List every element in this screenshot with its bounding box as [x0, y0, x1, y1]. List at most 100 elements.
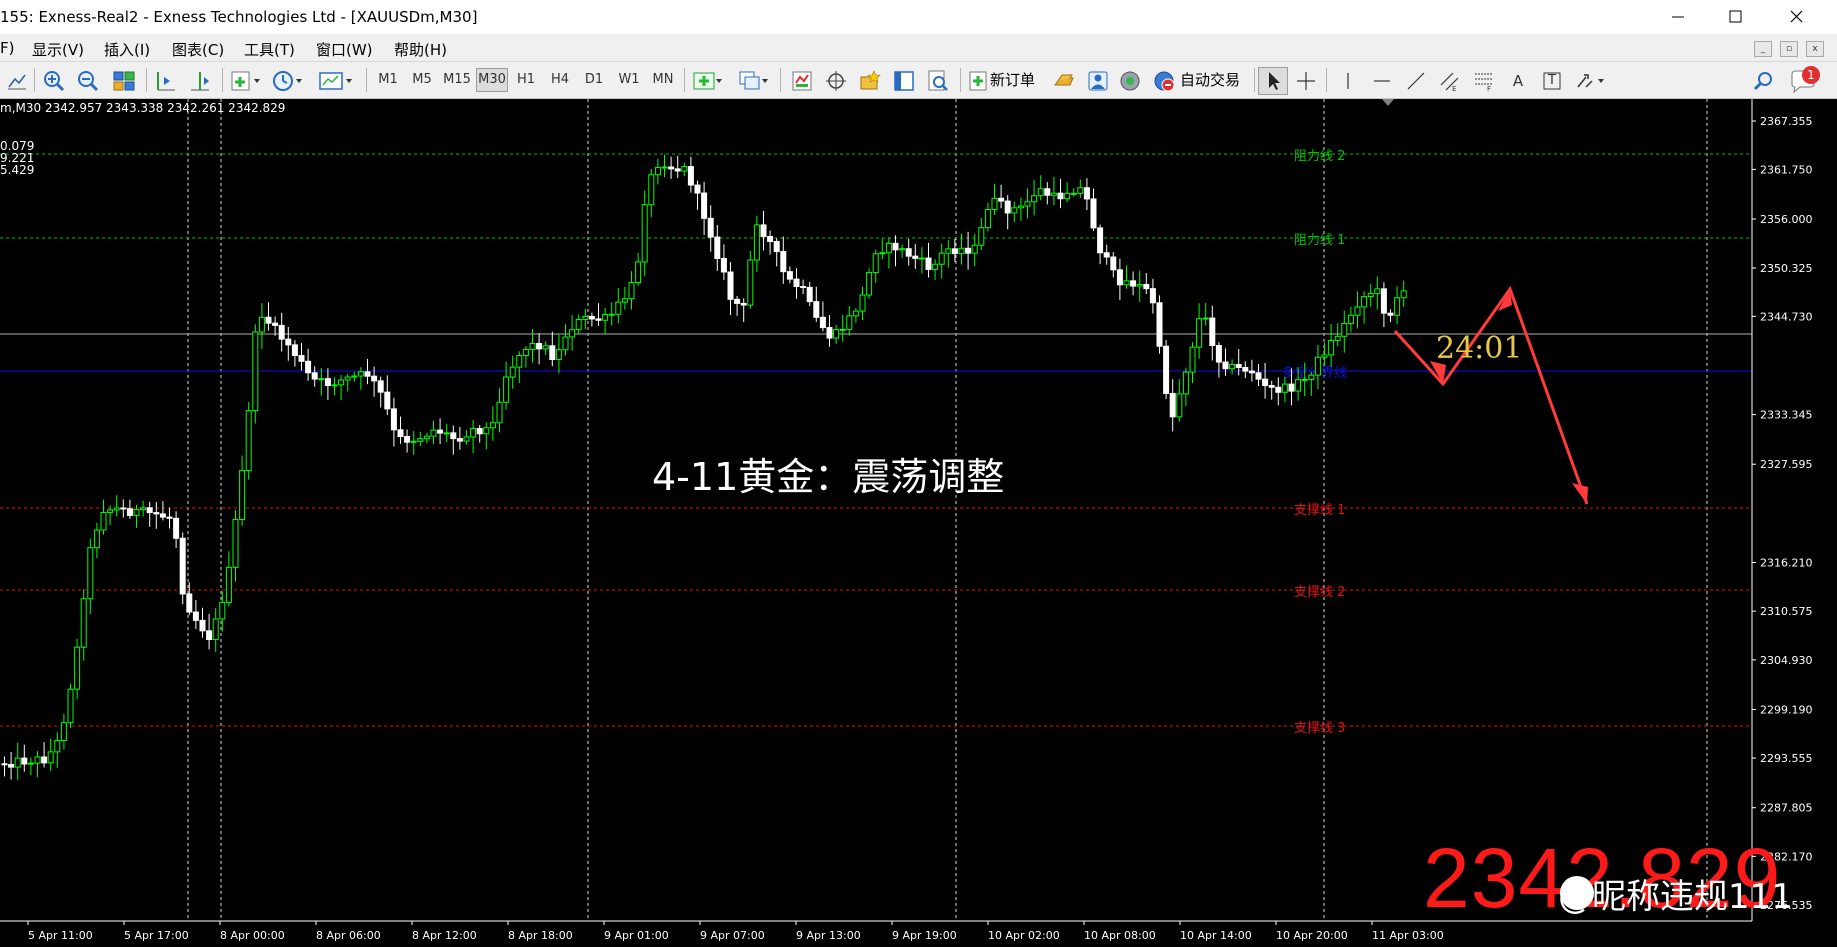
mdi-restore-button[interactable]: ▫: [1780, 41, 1798, 57]
candle-body: [245, 410, 252, 472]
level-line-label: 支撑线 3: [1294, 721, 1345, 736]
periodicity-button[interactable]: [272, 69, 306, 97]
timeframe-m30[interactable]: M30: [476, 68, 508, 92]
cursor-icon: [1269, 72, 1280, 90]
mdi-close-button[interactable]: x: [1806, 41, 1824, 57]
chart-annotation-title: 4-11黄金：震荡调整: [652, 455, 1005, 499]
market-watch-button[interactable]: [790, 69, 814, 97]
crosshair-nav-button[interactable]: [824, 69, 848, 97]
chart-shift-button[interactable]: [154, 69, 178, 97]
text-label-tool-button[interactable]: T: [1540, 69, 1564, 93]
crosshair-tool-button[interactable]: [1294, 69, 1318, 97]
strategy-tester-button[interactable]: [926, 69, 950, 97]
gold-bar-button[interactable]: [1052, 69, 1076, 97]
candle-body: [1143, 283, 1150, 290]
candle-body: [945, 248, 952, 254]
timeframe-m15[interactable]: M15: [440, 68, 474, 92]
text-tool-button[interactable]: A: [1506, 69, 1530, 93]
profiles-button[interactable]: [738, 69, 772, 97]
candle-body: [107, 509, 114, 513]
indicators-button[interactable]: [230, 69, 264, 97]
menu-charts[interactable]: 图表(C): [172, 39, 224, 60]
candle-body: [813, 301, 820, 318]
price-chart[interactable]: 阻力线 22363.493阻力线 12353.851多空分界线2339.890支…: [0, 99, 1837, 947]
maximize-button[interactable]: [1708, 0, 1764, 34]
trendline-button[interactable]: [1404, 69, 1428, 97]
watermark-text: @昵称违规111: [1558, 877, 1793, 917]
text-label-tool-glyph: T: [1548, 73, 1556, 88]
candle-body: [133, 509, 140, 516]
chart-window[interactable]: 阻力线 22363.493阻力线 12353.851多空分界线2339.890支…: [0, 99, 1837, 947]
candle-body: [951, 248, 958, 255]
trendline-icon: [1407, 72, 1425, 90]
autoscroll-button[interactable]: [188, 69, 212, 97]
auto-trading-label: 自动交易: [1180, 71, 1241, 89]
timeframe-w1[interactable]: W1: [614, 68, 644, 92]
vertical-line-button[interactable]: [1336, 69, 1360, 97]
candle-body: [47, 751, 54, 764]
ohlc-values: 2342.957 2343.338 2342.261 2342.829: [44, 101, 286, 115]
timeframe-h1[interactable]: H1: [512, 68, 540, 92]
candle-body: [1090, 198, 1097, 229]
line-chart-button[interactable]: [6, 70, 28, 96]
tile-windows-icon: [113, 71, 135, 91]
candle-body: [1123, 280, 1130, 286]
close-button[interactable]: [1768, 0, 1824, 34]
candle-body: [1077, 187, 1084, 194]
menu-file[interactable]: F): [0, 39, 14, 57]
candle-body: [371, 375, 378, 382]
candle-body: [767, 235, 774, 242]
candle-body: [674, 168, 681, 172]
auto-trading-button[interactable]: 自动交易: [1152, 68, 1248, 94]
candle-body: [140, 507, 147, 511]
menu-window[interactable]: 窗口(W): [316, 39, 373, 60]
minimize-button[interactable]: [1650, 0, 1706, 34]
timeframe-d1[interactable]: D1: [580, 68, 608, 92]
candle-body: [608, 313, 615, 316]
candle-body: [595, 318, 602, 321]
candle-body: [615, 301, 622, 315]
indicators-icon: [231, 71, 260, 91]
arrows-dropdown-button[interactable]: [1574, 69, 1608, 97]
community-button[interactable]: [1118, 69, 1142, 97]
menu-view[interactable]: 显示(V): [32, 39, 84, 60]
svg-text:E: E: [1452, 85, 1456, 93]
candle-body: [351, 375, 358, 378]
mdi-minimize-button[interactable]: _: [1754, 41, 1772, 57]
cursor-tool-button[interactable]: [1258, 67, 1288, 95]
horizontal-line-button[interactable]: [1370, 69, 1394, 97]
signals-button[interactable]: [1086, 69, 1110, 97]
zoom-in-icon: [44, 71, 65, 92]
new-order-button[interactable]: 新订单: [968, 68, 1042, 94]
candle-body: [932, 263, 939, 270]
timeframe-mn[interactable]: MN: [648, 68, 678, 92]
terminal-button[interactable]: [892, 69, 916, 97]
candle-body: [681, 166, 688, 172]
candle-body: [1064, 192, 1071, 200]
notifications-button[interactable]: 1: [1788, 66, 1822, 96]
time-tick-label: 9 Apr 01:00: [604, 929, 669, 942]
templates-button[interactable]: [318, 69, 356, 97]
new-chart-button[interactable]: [692, 69, 726, 97]
candle-body: [8, 764, 15, 768]
zoom-out-button[interactable]: [76, 69, 100, 97]
equidistant-channel-button[interactable]: E: [1438, 69, 1462, 97]
tile-windows-button[interactable]: [112, 69, 136, 97]
timeframe-h4[interactable]: H4: [546, 68, 574, 92]
candle-body: [720, 257, 727, 273]
candle-body: [1268, 385, 1275, 388]
menu-help[interactable]: 帮助(H): [394, 39, 447, 60]
menu-insert[interactable]: 插入(I): [104, 39, 150, 60]
zoom-in-button[interactable]: [42, 69, 66, 97]
fibonacci-button[interactable]: F: [1472, 69, 1496, 97]
candle-body: [885, 242, 892, 254]
navigator-button[interactable]: [858, 69, 882, 97]
menu-tools[interactable]: 工具(T): [244, 39, 295, 60]
time-tick-label: 10 Apr 14:00: [1180, 929, 1252, 942]
candle-body: [1202, 317, 1209, 320]
candle-body: [87, 547, 94, 600]
candle-body: [1215, 345, 1222, 363]
search-button[interactable]: [1752, 69, 1776, 97]
timeframe-m5[interactable]: M5: [408, 68, 436, 92]
timeframe-m1[interactable]: M1: [374, 68, 402, 92]
